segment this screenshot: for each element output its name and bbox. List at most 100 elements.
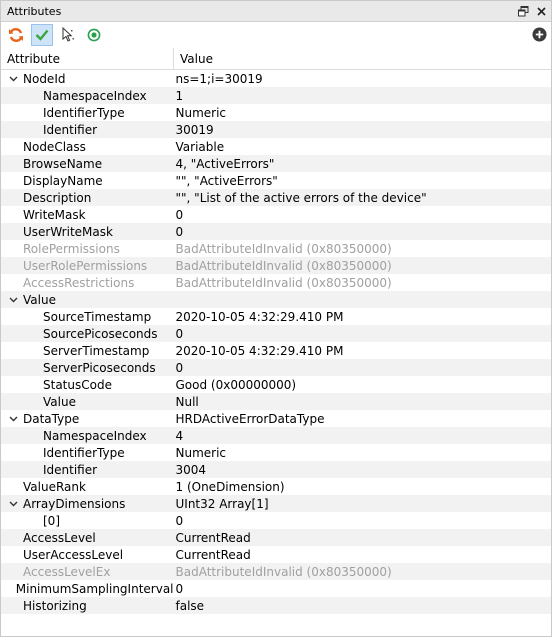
table-row[interactable]: SourceTimestamp 2020-10-05 4:32:29.410 PM — [1, 308, 551, 325]
attribute-name: MinimumSamplingInterval — [15, 581, 174, 596]
expand-chevron-icon[interactable] — [7, 495, 19, 512]
add-icon[interactable] — [532, 27, 547, 42]
column-header-attribute[interactable]: Attribute — [1, 48, 174, 70]
table-row[interactable]: SourcePicoseconds 0 — [1, 325, 551, 342]
table-row[interactable]: IdentifierType Numeric — [1, 444, 551, 461]
table-row[interactable]: IdentifierType Numeric — [1, 104, 551, 121]
table-row[interactable]: ValueRank 1 (OneDimension) — [1, 478, 551, 495]
table-row[interactable]: Description "", "List of the active error… — [1, 189, 551, 206]
table-row[interactable]: WriteMask 0 — [1, 206, 551, 223]
attribute-cell: SourcePicoseconds — [1, 325, 174, 342]
attribute-value: "", "ActiveErrors" — [175, 173, 278, 188]
select-pointer-icon[interactable] — [57, 24, 79, 46]
attribute-value: 3004 — [173, 461, 551, 478]
table-row[interactable]: DisplayName "", "ActiveErrors" — [1, 172, 551, 189]
attribute-cell: SourceTimestamp — [1, 308, 174, 325]
attribute-cell: AccessRestrictions — [1, 274, 174, 291]
attribute-name: UserAccessLevel — [23, 547, 124, 562]
attribute-value: ns=1;i=30019 — [175, 71, 263, 86]
table-row[interactable]: NodeClass Variable — [1, 138, 551, 155]
attribute-name: DisplayName — [23, 173, 103, 188]
attribute-value: 0 — [175, 513, 184, 528]
table-row[interactable]: DataType HRDActiveErrorDataType — [1, 410, 551, 427]
attribute-name: DataType — [23, 411, 80, 426]
table-header: Attribute Value — [1, 48, 551, 70]
attribute-value: CurrentRead — [173, 529, 551, 546]
monitor-target-icon[interactable] — [83, 24, 105, 46]
attribute-value: 1 — [173, 87, 551, 104]
attribute-value: Numeric — [175, 105, 227, 120]
table-row[interactable]: Value Null — [1, 393, 551, 410]
attribute-cell: WriteMask — [1, 206, 174, 223]
attribute-name: Value — [23, 292, 56, 307]
attribute-cell: AccessLevelEx — [1, 563, 174, 580]
close-icon[interactable] — [535, 5, 547, 17]
expand-chevron-icon[interactable] — [7, 410, 19, 427]
table-row[interactable]: NamespaceIndex 4 — [1, 427, 551, 444]
attribute-value: BadAttributeIdInvalid (0x80350000) — [173, 563, 551, 580]
table-row[interactable]: MinimumSamplingInterval 0 — [1, 580, 551, 597]
attribute-cell: Identifier — [1, 461, 174, 478]
table-row[interactable]: AccessLevelEx BadAttributeIdInvalid (0x80… — [1, 563, 551, 580]
column-header-value[interactable]: Value — [173, 48, 551, 70]
table-row[interactable]: AccessLevel CurrentRead — [1, 529, 551, 546]
table-row[interactable]: UserWriteMask 0 — [1, 223, 551, 240]
attribute-name: AccessRestrictions — [23, 275, 135, 290]
attribute-cell: Identifier — [1, 121, 174, 138]
attribute-value: CurrentRead — [175, 547, 251, 562]
attribute-cell: NamespaceIndex — [1, 427, 174, 444]
attribute-cell: ServerPicoseconds — [1, 359, 174, 376]
attributes-panel: Attributes Attribute Value NodeId ns=1;i… — [0, 0, 552, 637]
attribute-name: UserRolePermissions — [23, 258, 148, 273]
table-row[interactable]: ArrayDimensions UInt32 Array[1] — [1, 495, 551, 512]
attribute-name: ArrayDimensions — [23, 496, 126, 511]
table-row[interactable]: UserAccessLevel CurrentRead — [1, 546, 551, 563]
attribute-cell: Value — [1, 291, 174, 308]
table-row[interactable]: [0] 0 — [1, 512, 551, 529]
attribute-name: NamespaceIndex — [43, 428, 147, 443]
attribute-value: BadAttributeIdInvalid (0x80350000) — [173, 257, 551, 274]
table-row[interactable]: Value — [1, 291, 551, 308]
table-row[interactable]: UserRolePermissions BadAttributeIdInvalid… — [1, 257, 551, 274]
attribute-cell: IdentifierType — [1, 104, 174, 121]
checkmark-toggle-icon[interactable] — [31, 24, 53, 46]
attribute-cell: Value — [1, 393, 174, 410]
table-row[interactable]: NamespaceIndex 1 — [1, 87, 551, 104]
table-row[interactable]: Identifier 3004 — [1, 461, 551, 478]
attribute-value: BadAttributeIdInvalid (0x80350000) — [175, 275, 392, 290]
attribute-name: StatusCode — [43, 377, 112, 392]
attribute-cell: Historizing — [1, 597, 174, 614]
attribute-name: Value — [43, 394, 76, 409]
table-row[interactable]: ServerPicoseconds 0 — [1, 359, 551, 376]
table-row[interactable]: StatusCode Good (0x00000000) — [1, 376, 551, 393]
table-row[interactable]: ServerTimestamp 2020-10-05 4:32:29.410 PM — [1, 342, 551, 359]
refresh-icon[interactable] — [5, 24, 27, 46]
table-row[interactable]: BrowseName 4, "ActiveErrors" — [1, 155, 551, 172]
table-row[interactable]: Historizing false — [1, 597, 551, 614]
attribute-name: NodeClass — [23, 139, 86, 154]
expand-chevron-icon[interactable] — [7, 291, 19, 308]
attribute-value: 0 — [175, 581, 184, 596]
table-row[interactable]: Identifier 30019 — [1, 121, 551, 138]
attribute-cell: StatusCode — [1, 376, 174, 393]
expand-chevron-icon[interactable] — [7, 70, 19, 87]
table-row[interactable]: AccessRestrictions BadAttributeIdInvalid … — [1, 274, 551, 291]
attribute-cell: BrowseName — [1, 155, 174, 172]
attribute-value: Variable — [175, 139, 225, 154]
attribute-name: ServerPicoseconds — [43, 360, 156, 375]
attribute-name: NodeId — [23, 71, 66, 86]
table-row[interactable]: NodeId ns=1;i=30019 — [1, 70, 551, 88]
attribute-cell: IdentifierType — [1, 444, 174, 461]
table-row[interactable]: RolePermissions BadAttributeIdInvalid (0x… — [1, 240, 551, 257]
float-window-icon[interactable] — [517, 5, 529, 17]
attribute-value: UInt32 Array[1] — [173, 495, 551, 512]
